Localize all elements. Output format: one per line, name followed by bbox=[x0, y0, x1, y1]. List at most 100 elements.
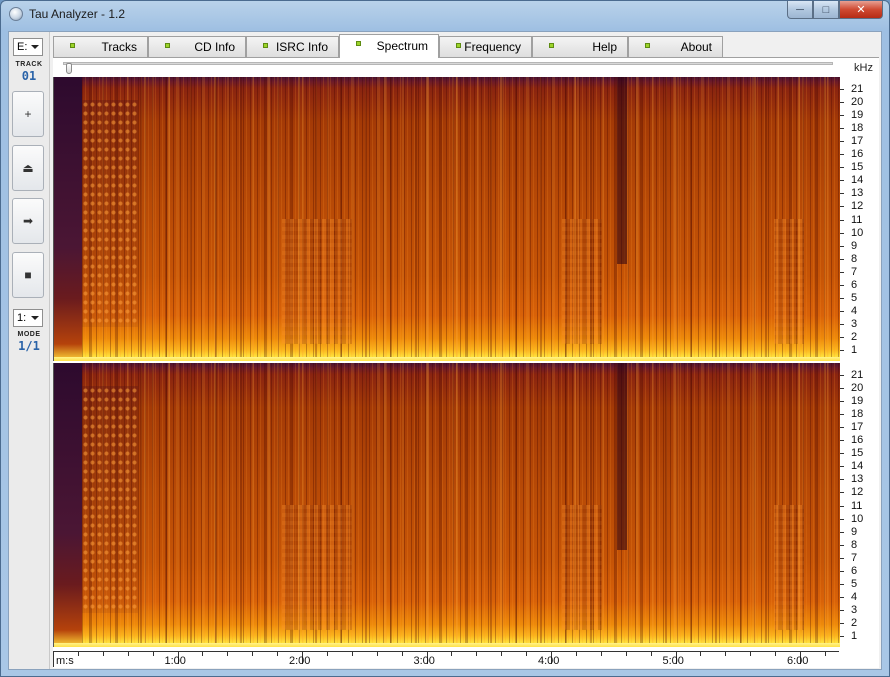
frequency-tick-label: 8 bbox=[851, 252, 858, 265]
tab-frequency[interactable]: Frequency bbox=[439, 36, 532, 57]
spectrogram-streak bbox=[168, 363, 170, 647]
time-axis-unit: m:s bbox=[56, 655, 74, 667]
spectrogram-streak bbox=[636, 363, 638, 647]
frequency-tick-label: 8 bbox=[851, 538, 858, 551]
time-tick-mark bbox=[476, 652, 478, 656]
frequency-tick-mark bbox=[840, 375, 844, 376]
spectrogram-streak bbox=[456, 77, 458, 361]
frequency-tick-mark bbox=[840, 401, 844, 403]
tab-label: About bbox=[680, 40, 712, 54]
track-label: TRACK bbox=[15, 61, 43, 68]
time-tick-mark bbox=[326, 652, 328, 656]
frequency-tick-label: 13 bbox=[851, 187, 864, 200]
spectrogram-pattern bbox=[282, 505, 352, 630]
tab-spectrum[interactable]: Spectrum bbox=[339, 34, 439, 58]
frequency-tick-mark bbox=[840, 154, 844, 156]
spectrogram-streak bbox=[144, 363, 146, 647]
drive-select[interactable]: E: bbox=[13, 38, 43, 56]
spectrogram-streak bbox=[674, 363, 676, 647]
window-title: Tau Analyzer - 1.2 bbox=[29, 7, 126, 21]
time-tick-label: 5:00 bbox=[662, 655, 684, 667]
frequency-tick-mark bbox=[840, 388, 844, 390]
client-area: E: TRACK 01 + ⏏ ➡ ■ 1: MODE 1/1 Tracks C… bbox=[8, 31, 882, 670]
play-button[interactable]: ➡ bbox=[12, 198, 44, 244]
frequency-tick-mark bbox=[840, 505, 844, 507]
close-button[interactable]: ✕ bbox=[839, 1, 883, 19]
tab-tracks[interactable]: Tracks bbox=[53, 36, 148, 57]
tab-label: Spectrum bbox=[376, 39, 428, 53]
frequency-tick-mark bbox=[840, 427, 844, 429]
spectrogram-streak bbox=[384, 77, 386, 361]
time-tick-label: 6:00 bbox=[787, 655, 809, 667]
time-tick-mark bbox=[824, 652, 826, 656]
time-tick-mark bbox=[127, 652, 129, 656]
slider-thumb[interactable] bbox=[66, 63, 72, 74]
spectrogram-texture bbox=[54, 363, 840, 647]
time-tick-mark bbox=[501, 652, 503, 656]
time-tick-mark bbox=[77, 652, 79, 656]
frequency-tick-label: 2 bbox=[851, 330, 858, 343]
frequency-tick-label: 15 bbox=[851, 161, 864, 174]
tab-help[interactable]: Help bbox=[532, 36, 628, 57]
frequency-tick-label: 6 bbox=[851, 564, 858, 577]
frequency-tick-mark bbox=[840, 310, 844, 312]
led-icon bbox=[645, 43, 650, 48]
frequency-tick-label: 5 bbox=[851, 291, 858, 304]
tab-label: Tracks bbox=[101, 40, 137, 54]
spectrogram-streak bbox=[456, 363, 458, 647]
spectrogram-intro-region bbox=[54, 363, 82, 647]
spectrogram-streak bbox=[426, 77, 428, 361]
time-tick-mark bbox=[575, 652, 577, 656]
frequency-tick-label: 4 bbox=[851, 590, 858, 603]
spectrogram-streak bbox=[674, 77, 676, 361]
tab-cd-info[interactable]: CD Info bbox=[148, 36, 246, 57]
sidebar: E: TRACK 01 + ⏏ ➡ ■ 1: MODE 1/1 bbox=[9, 32, 50, 669]
tab-about[interactable]: About bbox=[628, 36, 723, 57]
frequency-tick-mark bbox=[840, 336, 844, 338]
time-tick-mark bbox=[376, 652, 378, 656]
chevron-down-icon bbox=[31, 45, 39, 49]
led-icon bbox=[263, 43, 268, 48]
spectrogram-right-channel bbox=[53, 363, 840, 647]
frequency-tick-mark bbox=[840, 89, 844, 90]
stop-button[interactable]: ■ bbox=[12, 252, 44, 298]
frequency-tick-label: 6 bbox=[851, 278, 858, 291]
tab-isrc-info[interactable]: ISRC Info bbox=[246, 36, 339, 57]
frequency-tick-mark bbox=[840, 128, 844, 130]
spectrogram-streak bbox=[268, 77, 270, 361]
tab-label: CD Info bbox=[194, 40, 235, 54]
frequency-tick-label: 18 bbox=[851, 122, 864, 135]
maximize-button[interactable]: □ bbox=[813, 1, 839, 19]
frequency-tick-mark bbox=[840, 544, 844, 546]
frequency-tick-label: 3 bbox=[851, 317, 858, 330]
frequency-tick-label: 19 bbox=[851, 395, 864, 408]
frequency-tick-label: 17 bbox=[851, 421, 864, 434]
frequency-tick-mark bbox=[840, 414, 844, 416]
frequency-tick-mark bbox=[840, 557, 844, 559]
position-slider[interactable] bbox=[63, 62, 833, 74]
minimize-button[interactable]: ─ bbox=[787, 1, 813, 19]
mode-select[interactable]: 1: bbox=[13, 309, 43, 327]
time-tick-mark bbox=[351, 652, 353, 656]
time-tick-mark bbox=[277, 652, 279, 656]
frequency-tick-mark bbox=[840, 570, 844, 572]
title-bar[interactable]: Tau Analyzer - 1.2 ─ □ ✕ bbox=[1, 1, 889, 29]
tab-label: Help bbox=[592, 40, 617, 54]
spectrogram-harmonic-pattern bbox=[82, 385, 138, 613]
spectrogram-streak bbox=[298, 363, 300, 647]
frequency-tick-label: 19 bbox=[851, 109, 864, 122]
time-axis-origin bbox=[53, 652, 54, 667]
stop-icon: ■ bbox=[24, 268, 32, 282]
spectrogram-streak bbox=[574, 363, 576, 647]
add-button[interactable]: + bbox=[12, 91, 44, 137]
frequency-tick-mark bbox=[840, 492, 844, 494]
eject-button[interactable]: ⏏ bbox=[12, 145, 44, 191]
app-icon bbox=[9, 7, 23, 21]
frequency-tick-mark bbox=[840, 622, 844, 624]
frequency-tick-label: 1 bbox=[851, 630, 858, 642]
spectrogram-streak bbox=[268, 363, 270, 647]
spectrogram-texture bbox=[54, 77, 840, 361]
spectrogram-harmonic-pattern bbox=[82, 99, 138, 327]
frequency-tick-mark bbox=[840, 453, 844, 455]
close-icon: ✕ bbox=[856, 4, 866, 16]
